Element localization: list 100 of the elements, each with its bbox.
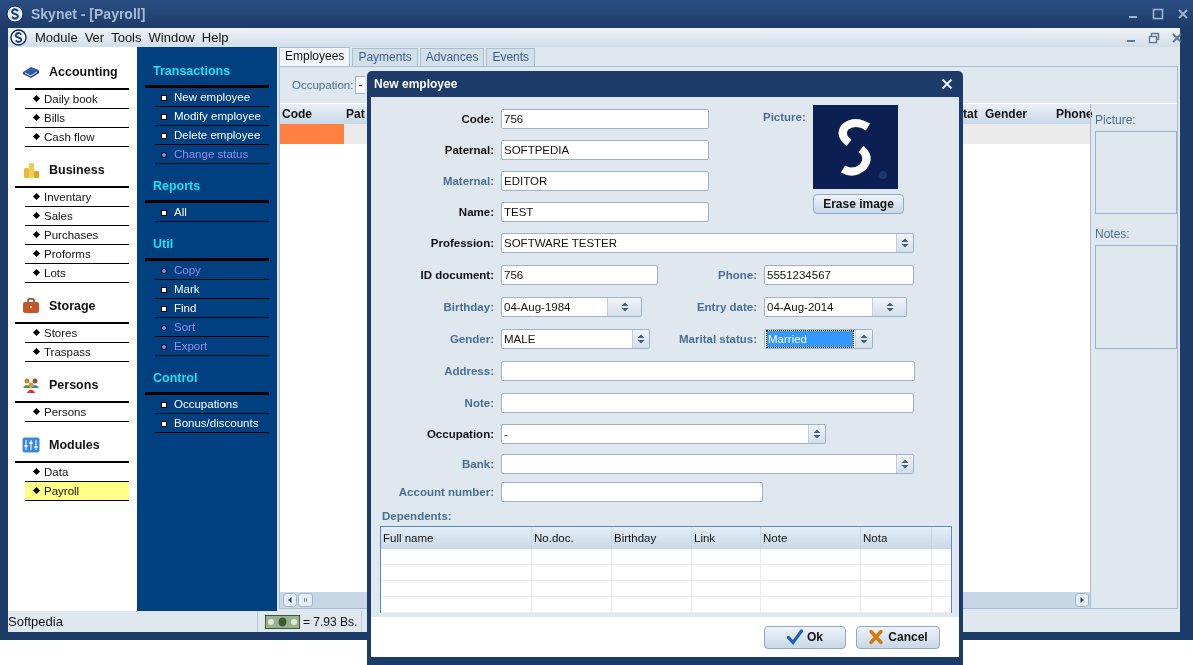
erase-image-button[interactable]: Erase image: [813, 194, 904, 214]
field-label: Code:: [460, 112, 494, 125]
column-header[interactable]: Birthday: [612, 527, 692, 549]
field-label: ID document:: [419, 269, 494, 281]
action-link[interactable]: Find: [155, 299, 269, 318]
action-link[interactable]: Mark: [155, 280, 269, 299]
sidebar-item[interactable]: Daily book: [25, 90, 129, 109]
column-header[interactable]: Note: [761, 527, 861, 549]
spinner-icon[interactable]: [813, 428, 821, 439]
date-field[interactable]: 04-Aug-2014: [764, 297, 907, 317]
spinner-icon[interactable]: [860, 334, 868, 344]
tab[interactable]: Payments: [352, 48, 418, 66]
book-icon: [22, 65, 40, 79]
column-header[interactable]: Link: [692, 527, 761, 549]
section-heading: Control: [153, 370, 198, 385]
field-label: Address:: [443, 365, 494, 377]
sidebar-item[interactable]: Traspass: [25, 343, 129, 362]
sidebar-heading: Accounting: [49, 65, 118, 79]
text-field[interactable]: SOFTPEDIA: [501, 139, 709, 160]
column-header[interactable]: No.doc.: [532, 527, 612, 549]
sidebar-heading: Modules: [49, 438, 100, 452]
sidebar-item[interactable]: Sales: [25, 207, 129, 226]
menu-item[interactable]: Tools: [111, 30, 142, 45]
tab[interactable]: Advances: [419, 48, 485, 66]
check-icon: [787, 629, 803, 645]
sidebar-item[interactable]: Bills: [25, 109, 129, 128]
action-link[interactable]: New employee: [155, 88, 269, 107]
text-field[interactable]: TEST: [501, 201, 709, 222]
field-label: Profession:: [429, 237, 494, 249]
field-label: Maternal:: [441, 174, 494, 187]
dialog-title: New employee: [374, 77, 458, 91]
logo-icon: [6, 5, 24, 23]
sidebar-heading: Persons: [49, 378, 99, 392]
column-header[interactable]: Gender: [983, 107, 1054, 121]
text-field[interactable]: [501, 361, 915, 381]
sidebar-item[interactable]: Inventary: [25, 188, 129, 207]
field-label: Phone:: [717, 269, 757, 281]
status-text: Softpedia: [8, 611, 258, 632]
maximize-icon[interactable]: [1152, 8, 1164, 20]
ok-button[interactable]: Ok: [764, 625, 846, 649]
window-title: Skynet - [Payroll]: [31, 6, 146, 22]
sidebar-item[interactable]: Purchases: [25, 226, 129, 245]
sidebar-heading: Business: [49, 163, 105, 177]
spinner-icon[interactable]: [901, 238, 909, 248]
column-header[interactable]: Code: [280, 107, 344, 121]
spinner-icon[interactable]: [885, 302, 894, 312]
column-header[interactable]: Nota: [861, 527, 932, 549]
action-link[interactable]: All: [155, 203, 269, 222]
close-icon[interactable]: [1177, 8, 1189, 20]
text-field[interactable]: [501, 482, 763, 502]
section-heading: Util: [153, 236, 174, 251]
people-icon: [22, 377, 40, 393]
text-field[interactable]: 756: [501, 108, 709, 129]
column-header[interactable]: Pat: [344, 107, 368, 121]
field-label: Entry date:: [695, 301, 757, 313]
menu-item[interactable]: Ver: [84, 30, 105, 45]
action-link[interactable]: Bonus/discounts: [155, 414, 269, 433]
column-header[interactable]: Full name: [381, 527, 532, 549]
restore-icon[interactable]: [1148, 31, 1160, 44]
dropdown-field[interactable]: SOFTWARE TESTER: [501, 233, 914, 253]
spinner-icon[interactable]: [637, 334, 645, 344]
section-heading: Transactions: [153, 63, 231, 78]
text-field[interactable]: 5551234567: [764, 265, 914, 285]
column-header[interactable]: tat: [961, 107, 983, 121]
tab[interactable]: Employees: [279, 47, 351, 66]
menu-item[interactable]: Help: [201, 30, 229, 45]
dropdown-field[interactable]: [501, 454, 914, 474]
close-icon[interactable]: [1171, 31, 1183, 44]
sidebar-item[interactable]: Cash flow: [25, 128, 129, 147]
field-label: Birthday:: [442, 301, 494, 313]
sidebar-item[interactable]: Lots: [25, 264, 129, 283]
section-heading: Reports: [153, 178, 201, 193]
picture-label: Picture:: [763, 111, 807, 123]
dropdown-field[interactable]: MALE: [501, 329, 650, 349]
menu-item[interactable]: Module: [35, 30, 78, 45]
action-link[interactable]: Occupations: [155, 395, 269, 414]
field-label: Marital status:: [678, 333, 757, 345]
sidebar-item[interactable]: Stores: [25, 324, 129, 343]
banknote-icon: [265, 614, 300, 629]
tab[interactable]: Events: [486, 48, 536, 66]
spinner-icon[interactable]: [901, 459, 909, 469]
picture-label: Picture:: [1095, 113, 1137, 127]
action-link[interactable]: Delete employee: [155, 126, 269, 145]
text-field[interactable]: [501, 392, 914, 413]
field-label: Gender:: [448, 333, 494, 345]
dropdown-field[interactable]: -: [501, 423, 826, 444]
dropdown-field[interactable]: -: [355, 76, 366, 94]
sidebar-item[interactable]: Proforms: [25, 245, 129, 264]
sidebar-item[interactable]: Persons: [25, 403, 129, 422]
menu-item[interactable]: Window: [148, 30, 195, 45]
cancel-button[interactable]: Cancel: [856, 625, 940, 649]
scroll-thumb-icon[interactable]: [298, 593, 313, 607]
notes-label: Notes:: [1095, 227, 1131, 241]
date-field[interactable]: 04-Aug-1984: [501, 297, 642, 317]
text-field[interactable]: EDITOR: [501, 170, 709, 191]
logo-icon[interactable]: [10, 29, 27, 46]
sidebar-item[interactable]: Payroll: [25, 482, 129, 501]
action-link[interactable]: Modify employee: [155, 107, 269, 126]
text-field[interactable]: 756: [501, 265, 658, 285]
spinner-icon[interactable]: [620, 302, 629, 312]
